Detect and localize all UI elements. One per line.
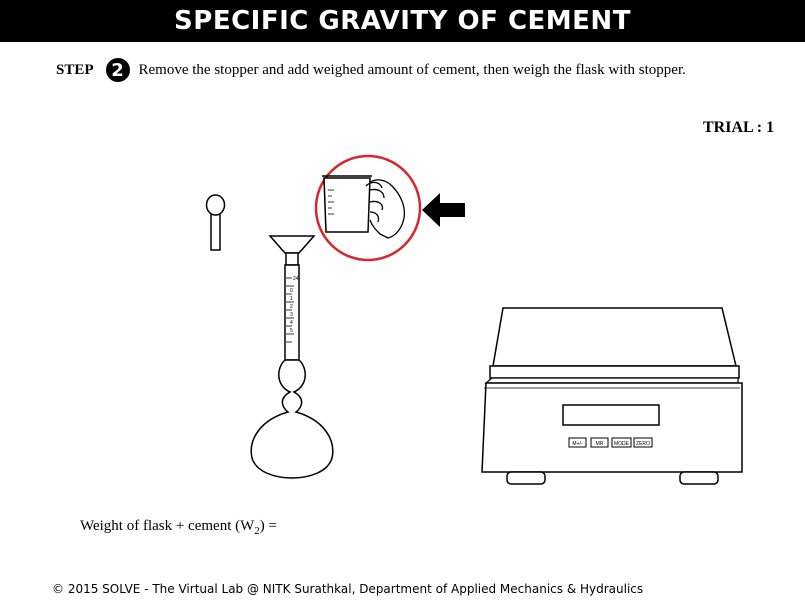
- arrow-left-icon: [422, 193, 465, 227]
- footer-copyright: © 2015 SOLVE - The Virtual Lab @ NITK Su…: [52, 582, 644, 596]
- balance-button-mr[interactable]: MR: [590, 437, 609, 448]
- flask-scale-mark: 1: [290, 296, 293, 302]
- weight-label-suffix: ) =: [259, 518, 277, 534]
- balance-button-label: MODE: [614, 441, 630, 447]
- flask-scale-mark: 24: [293, 276, 299, 282]
- flask-scale-mark: 0: [290, 288, 293, 294]
- balance-display: [562, 404, 660, 426]
- weighing-balance[interactable]: [481, 307, 743, 485]
- flask-scale-mark: 3: [290, 312, 293, 318]
- flask-stopper[interactable]: [205, 194, 226, 251]
- flask-scale-mark: 2: [290, 304, 293, 310]
- flask-scale-mark: 5: [290, 328, 293, 334]
- balance-button-label: MR: [596, 441, 604, 447]
- lab-scene: 24 0 1 2 3 4 5 M+/- MR MODE ZERO: [205, 154, 743, 485]
- cement-beaker-in-hand[interactable]: [314, 154, 422, 262]
- balance-button-zero[interactable]: ZERO: [633, 437, 653, 448]
- weight-label-prefix: Weight of flask + cement (W: [80, 518, 255, 534]
- balance-button-label: M+/-: [572, 441, 582, 447]
- flask-scale-mark: 4: [290, 320, 293, 326]
- le-chatelier-flask[interactable]: 24 0 1 2 3 4 5: [250, 235, 334, 479]
- balance-button-mplus[interactable]: M+/-: [568, 437, 587, 448]
- weight-readout: Weight of flask + cement (W2) =: [80, 518, 277, 537]
- balance-button-label: ZERO: [636, 441, 650, 447]
- balance-button-mode[interactable]: MODE: [611, 437, 632, 448]
